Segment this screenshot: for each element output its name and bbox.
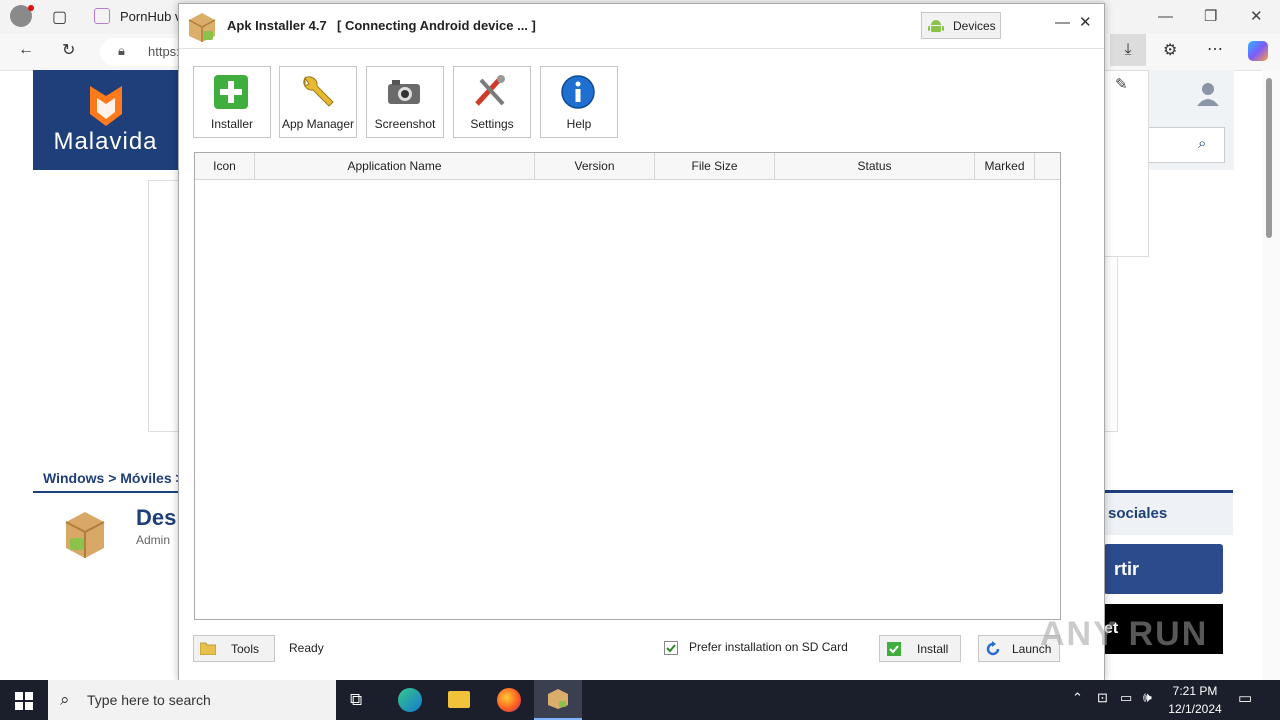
user-avatar-icon[interactable]: [1197, 82, 1219, 106]
tray-network-icon[interactable]: ⊡: [1097, 690, 1108, 706]
task-view-icon[interactable]: ⧉: [350, 690, 362, 710]
app-manager-label: App Manager: [281, 117, 355, 131]
screenshot-button[interactable]: Screenshot: [366, 66, 444, 138]
tab-title[interactable]: PornHub v: [120, 9, 181, 24]
page-author: Admin: [136, 533, 171, 547]
breadcrumb[interactable]: Windows > Móviles >: [43, 470, 184, 486]
scrollbar-thumb[interactable]: [1266, 78, 1272, 238]
tab-actions-icon[interactable]: ▢: [52, 7, 67, 27]
breadcrumb-divider: [33, 491, 178, 493]
installer-label: Installer: [210, 117, 254, 131]
taskbar-search-icon: ⌕: [60, 690, 70, 709]
search-icon[interactable]: ⌕: [1198, 135, 1206, 152]
folder-icon: [200, 642, 216, 655]
social-section-title: sociales: [1108, 505, 1168, 522]
edge-icon[interactable]: [398, 688, 422, 712]
camera-icon: [388, 80, 420, 104]
page-title: Des: [136, 505, 177, 530]
column-marked[interactable]: Marked: [975, 153, 1035, 179]
anyrun-watermark: ANY RUN: [1040, 615, 1209, 653]
file-explorer-icon[interactable]: [448, 691, 470, 708]
installer-button[interactable]: Installer: [193, 66, 271, 138]
connection-status-title: [ Connecting Android device ... ]: [337, 18, 536, 33]
install-check-icon: [887, 642, 901, 656]
profile-badge-icon: [28, 5, 34, 11]
download-popup: ✎: [1104, 70, 1149, 257]
browser-close-button[interactable]: ✕: [1250, 7, 1263, 25]
app-title: Apk Installer 4.7: [227, 18, 327, 33]
column-file-size[interactable]: File Size: [655, 153, 775, 179]
share-button[interactable]: rtir: [1104, 544, 1223, 594]
content-frame-right: [1103, 255, 1118, 432]
clock-time[interactable]: 7:21 PM: [1168, 684, 1222, 698]
address-input[interactable]: 🔒︎ https:: [100, 38, 190, 66]
help-button[interactable]: Help: [540, 66, 618, 138]
status-text: Ready: [289, 641, 324, 655]
column-application-name[interactable]: Application Name: [255, 153, 535, 179]
devices-button[interactable]: Devices: [921, 12, 1001, 39]
info-icon: [561, 75, 595, 109]
table-header: Icon Application Name Version File Size …: [195, 153, 1060, 180]
launch-icon: [986, 641, 1000, 656]
checkmark-icon: [666, 644, 676, 653]
site-search-input[interactable]: ⌕: [1147, 127, 1225, 163]
settings-label: Settings: [470, 117, 514, 131]
back-icon[interactable]: ←: [18, 41, 34, 59]
screenshot-label: Screenshot: [374, 117, 436, 131]
help-label: Help: [566, 117, 592, 131]
content-frame: [148, 180, 179, 432]
tray-display-icon[interactable]: ▭: [1120, 690, 1132, 706]
column-version[interactable]: Version: [535, 153, 655, 179]
browser-minimize-button[interactable]: —: [1158, 8, 1173, 25]
tools-icon: [475, 75, 505, 106]
install-label: Install: [917, 642, 949, 656]
lock-icon: 🔒︎: [118, 43, 125, 58]
install-button[interactable]: Install: [879, 635, 961, 662]
more-icon[interactable]: ⋯: [1207, 39, 1223, 59]
sd-card-label[interactable]: Prefer installation on SD Card: [689, 640, 848, 654]
windows-start-icon[interactable]: [15, 692, 33, 710]
refresh-icon[interactable]: ↻: [62, 40, 75, 60]
column-status[interactable]: Status: [775, 153, 975, 179]
app-manager-button[interactable]: App Manager: [279, 66, 357, 138]
plus-icon: [214, 75, 248, 109]
application-table[interactable]: Icon Application Name Version File Size …: [194, 152, 1061, 620]
app-titlebar: Apk Installer 4.7 [ Connecting Android d…: [179, 4, 1104, 49]
android-icon: [928, 20, 944, 32]
pin-icon[interactable]: ✎: [1115, 75, 1128, 93]
browser-restore-button[interactable]: ❐: [1204, 7, 1217, 25]
column-icon[interactable]: Icon: [195, 153, 255, 179]
tray-volume-icon[interactable]: 🕪︎: [1143, 689, 1152, 706]
firefox-icon[interactable]: [497, 688, 521, 712]
tray-chevron-icon[interactable]: ⌃: [1072, 690, 1083, 706]
apk-installer-window: Apk Installer 4.7 [ Connecting Android d…: [178, 3, 1105, 681]
app-minimize-button[interactable]: —: [1055, 14, 1070, 31]
notifications-icon[interactable]: ▭: [1238, 689, 1252, 707]
download-icon[interactable]: ⤓: [1110, 34, 1146, 66]
tab-favicon-icon: [94, 8, 110, 24]
tools-button[interactable]: Tools: [193, 635, 275, 662]
app-close-button[interactable]: ✕: [1079, 13, 1092, 31]
taskbar-search-placeholder: Type here to search: [87, 692, 211, 708]
malavida-logo-icon: [90, 86, 122, 126]
extension-icon[interactable]: ⚙: [1163, 40, 1177, 60]
devices-label: Devices: [953, 19, 996, 33]
apk-installer-taskbar-icon[interactable]: [534, 680, 582, 720]
clock-date[interactable]: 12/1/2024: [1162, 702, 1228, 716]
app-package-icon: [188, 13, 216, 42]
settings-button[interactable]: Settings: [453, 66, 531, 138]
copilot-icon[interactable]: [1248, 41, 1268, 61]
sd-card-checkbox[interactable]: [664, 641, 678, 655]
url-text: https:: [148, 44, 180, 59]
tools-label: Tools: [231, 642, 260, 656]
site-logo-text[interactable]: Malavida: [33, 128, 178, 156]
wrench-icon: [303, 76, 334, 107]
apk-installer-app-icon: [65, 512, 105, 558]
